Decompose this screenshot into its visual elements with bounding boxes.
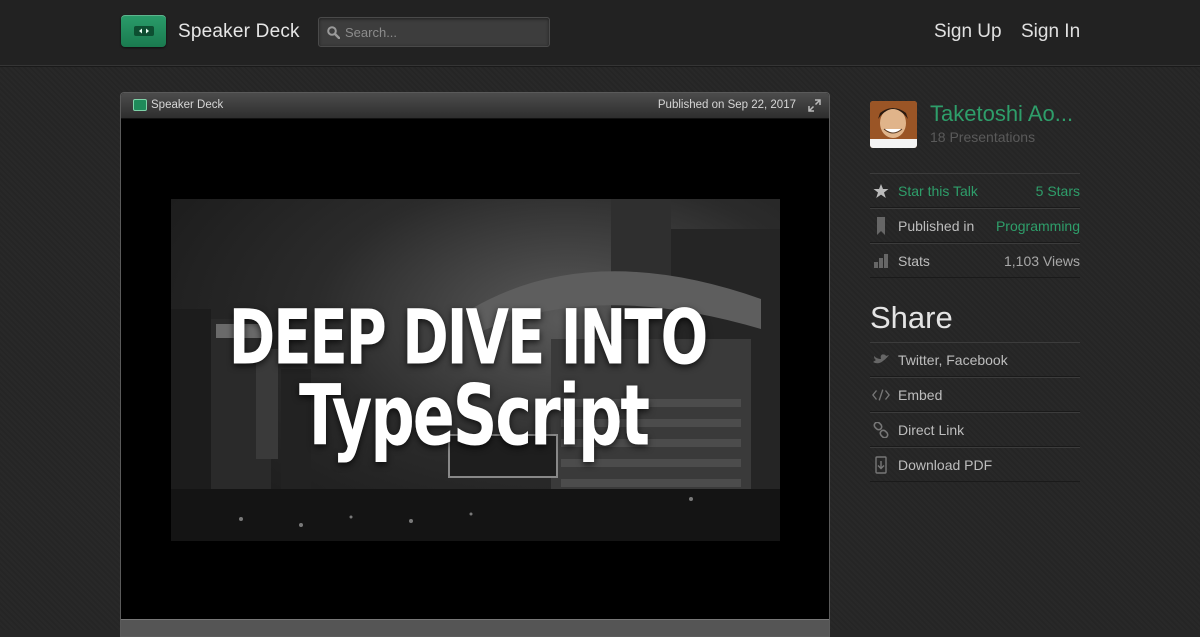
- star-talk-label[interactable]: Star this Talk: [898, 183, 1036, 199]
- published-in-label: Published in: [898, 217, 975, 234]
- sign-in-link[interactable]: Sign In: [1021, 21, 1080, 43]
- stats-row: Stats 1,103 Views: [870, 243, 1080, 278]
- download-pdf-row[interactable]: Download PDF: [870, 447, 1080, 482]
- bookmark-icon: [872, 216, 890, 235]
- star-talk-row[interactable]: Star this Talk 5 Stars: [870, 173, 1080, 208]
- published-in-row: Published in Programming: [870, 208, 1080, 243]
- player-controls-bar[interactable]: [121, 619, 829, 636]
- speaker-deck-logo[interactable]: [121, 15, 166, 47]
- star-icon: [872, 182, 890, 200]
- star-count[interactable]: 5 Stars: [1036, 183, 1080, 199]
- direct-link[interactable]: Direct Link: [898, 422, 1080, 438]
- share-list: Twitter, Facebook Embed Direct Link Down…: [870, 342, 1080, 482]
- author-avatar[interactable]: [870, 101, 917, 148]
- download-pdf-link[interactable]: Download PDF: [898, 457, 1080, 473]
- author-name-link[interactable]: Taketoshi Ao...: [930, 101, 1080, 127]
- views-count: 1,103 Views: [1003, 252, 1080, 269]
- brand-link[interactable]: Speaker Deck: [178, 21, 300, 43]
- stats-label: Stats: [898, 252, 930, 269]
- speaker-deck-mini-logo-icon[interactable]: [133, 99, 147, 111]
- category-link[interactable]: Programming: [996, 218, 1080, 234]
- presentation-player: Speaker Deck Published on Sep 22, 2017 D…: [120, 92, 830, 637]
- presentation-count: 18 Presentations: [930, 129, 1036, 145]
- talk-stats-list: Star this Talk 5 Stars Published in Prog…: [870, 173, 1080, 278]
- embed-link[interactable]: Embed: [898, 387, 1080, 403]
- published-date: Published on Sep 22, 2017: [657, 99, 796, 111]
- share-social-link[interactable]: Twitter, Facebook: [898, 352, 1080, 368]
- player-brand-label[interactable]: Speaker Deck: [151, 99, 223, 111]
- slide-title-line-2: TypeScript: [298, 366, 650, 465]
- player-toolbar: Speaker Deck Published on Sep 22, 2017: [121, 93, 829, 119]
- avatar-photo-icon: [870, 101, 917, 148]
- bar-chart-icon: [872, 252, 890, 270]
- direct-link-row[interactable]: Direct Link: [870, 412, 1080, 447]
- search-input[interactable]: [345, 24, 535, 40]
- share-heading: Share: [870, 300, 953, 335]
- share-social-row[interactable]: Twitter, Facebook: [870, 342, 1080, 377]
- deck-arrows-icon: [133, 26, 154, 36]
- fullscreen-icon[interactable]: [808, 99, 821, 112]
- search-box[interactable]: [318, 17, 550, 47]
- download-icon: [872, 455, 890, 474]
- search-icon: [327, 25, 340, 39]
- link-icon: [872, 421, 890, 439]
- top-navigation-bar: Speaker Deck Sign Up Sign In: [0, 0, 1200, 66]
- embed-row[interactable]: Embed: [870, 377, 1080, 412]
- slide-image[interactable]: DEEP DIVE INTO TypeScript: [171, 199, 780, 541]
- sign-up-link[interactable]: Sign Up: [934, 21, 1002, 43]
- bird-icon: [872, 351, 890, 369]
- code-icon: [872, 386, 890, 404]
